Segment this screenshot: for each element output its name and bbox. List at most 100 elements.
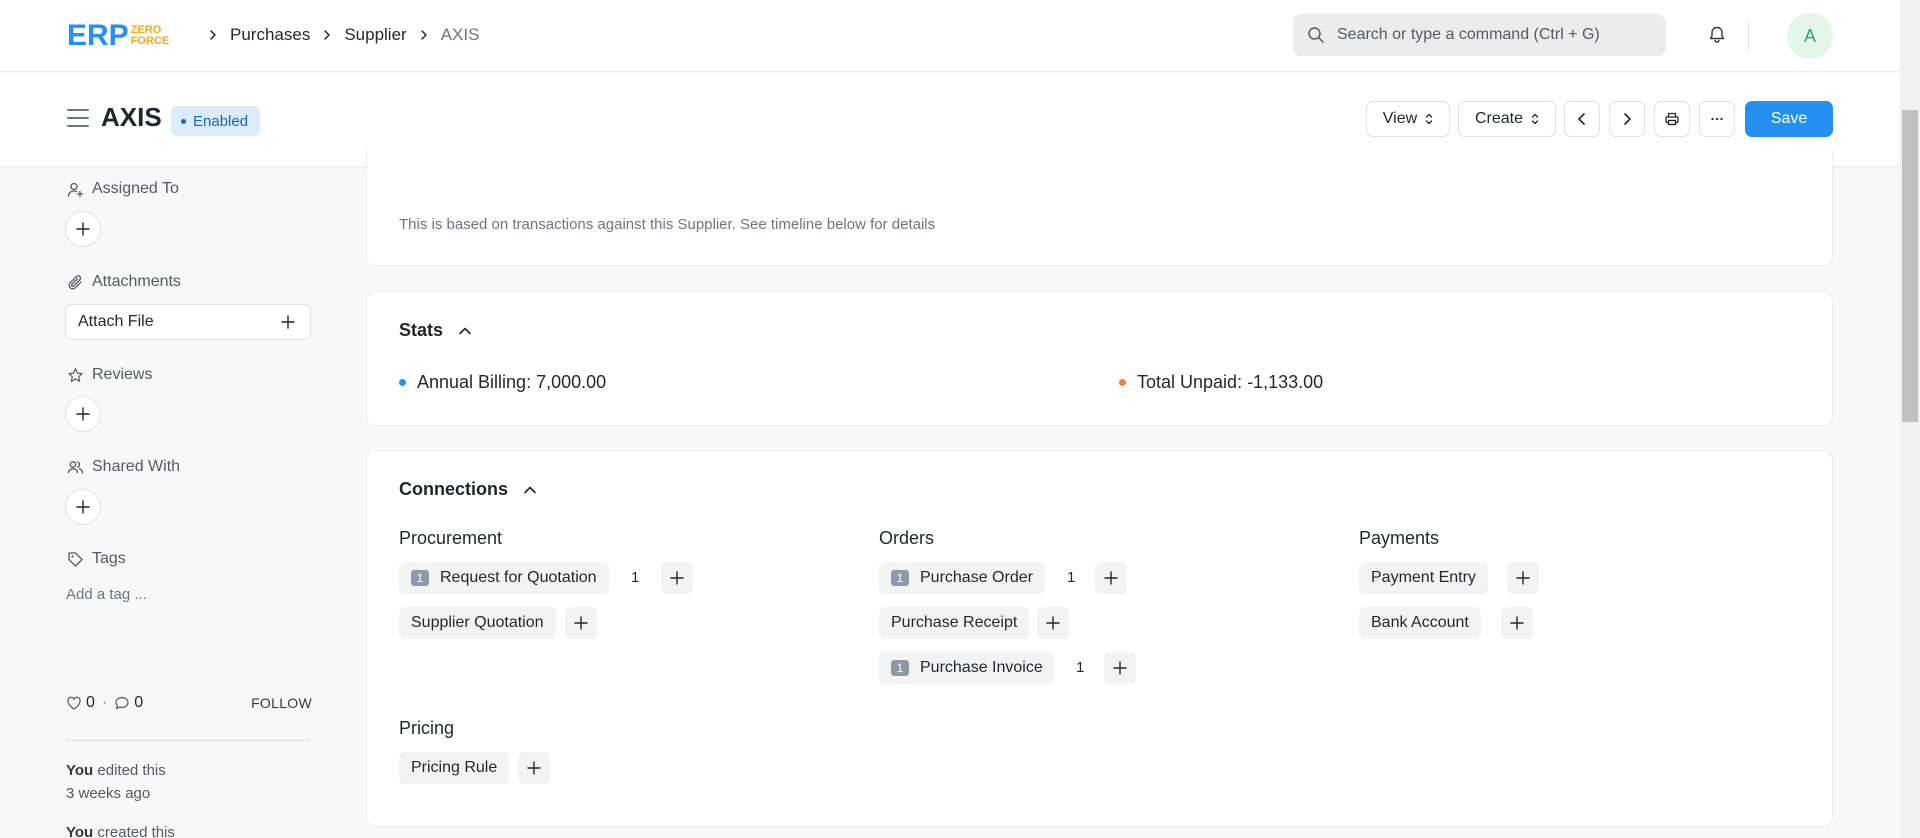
breadcrumb-supplier[interactable]: Supplier <box>344 25 406 45</box>
add-request-for-quotation-button[interactable] <box>661 562 693 594</box>
more-actions-button[interactable] <box>1699 101 1735 137</box>
tag-icon <box>68 551 83 567</box>
link-bank-account[interactable]: Bank Account <box>1359 607 1481 639</box>
link-payment-entry[interactable]: Payment Entry <box>1359 562 1488 594</box>
dashboard-note: This is based on transactions against th… <box>399 216 936 233</box>
stat-total-unpaid: Total Unpaid: -1,133.00 <box>1119 372 1323 393</box>
plus-icon <box>1516 571 1530 585</box>
users-icon <box>67 460 84 474</box>
add-tag-link[interactable]: Add a tag ... <box>66 586 147 603</box>
social-actions: 0 · 0 FOLLOW <box>66 694 312 712</box>
tags-label: Tags <box>67 550 126 568</box>
count-badge: 1 <box>891 660 909 676</box>
plus-icon <box>1104 571 1118 585</box>
chevron-right-icon <box>202 24 224 46</box>
blue-indicator-dot <box>399 379 406 386</box>
record-count: 1 <box>1076 659 1085 676</box>
chevron-right-icon <box>316 24 338 46</box>
attach-file-button[interactable]: Attach File <box>65 304 311 340</box>
connections-section-toggle[interactable]: Connections <box>399 479 538 500</box>
page-title: AXIS <box>101 102 162 132</box>
activity-item: You edited this 3 weeks ago <box>66 762 166 802</box>
link-request-for-quotation[interactable]: 1 Request for Quotation <box>399 562 609 594</box>
save-button[interactable]: Save <box>1745 101 1833 137</box>
logo-text: ERP <box>67 19 129 52</box>
plus-icon <box>1046 616 1060 630</box>
top-navbar: ERP ZERO FORCE Purchases Supplier AXIS A <box>0 0 1900 72</box>
plus-icon <box>1113 661 1127 675</box>
comment-count: 0 <box>134 694 144 711</box>
plus-icon <box>76 222 90 236</box>
sort-arrows-icon <box>1426 113 1433 125</box>
stats-section-toggle[interactable]: Stats <box>399 320 473 341</box>
add-pricing-rule-button[interactable] <box>518 752 550 784</box>
add-share-button[interactable] <box>65 489 101 525</box>
status-dot-icon <box>181 118 186 124</box>
add-bank-account-button[interactable] <box>1501 607 1533 639</box>
link-purchase-receipt[interactable]: Purchase Receipt <box>879 607 1030 639</box>
plus-icon <box>76 407 90 421</box>
record-count: 1 <box>1067 569 1076 586</box>
plus-icon <box>281 315 295 329</box>
reviews-label: Reviews <box>67 366 152 384</box>
link-pricing-rule[interactable]: Pricing Rule <box>399 752 510 784</box>
stats-card: Stats Annual Billing: 7,000.00 Total Unp… <box>366 291 1833 426</box>
chevron-up-icon <box>459 327 471 334</box>
like-count: 0 <box>86 694 95 711</box>
record-count: 1 <box>631 569 640 586</box>
shared-with-label: Shared With <box>67 458 180 476</box>
plus-icon <box>76 500 90 514</box>
separator-dot: · <box>101 694 108 711</box>
chevron-left-icon <box>1578 113 1585 125</box>
activity-item: You created this <box>66 824 175 838</box>
sidebar-divider <box>65 740 311 741</box>
follow-button[interactable]: FOLLOW <box>251 695 312 711</box>
plus-icon <box>527 761 541 775</box>
add-assignee-button[interactable] <box>65 211 101 247</box>
link-purchase-invoice[interactable]: 1 Purchase Invoice <box>879 652 1055 684</box>
count-badge: 1 <box>411 570 429 586</box>
print-button[interactable] <box>1654 101 1690 137</box>
notification-bell-icon[interactable] <box>1704 22 1730 48</box>
plus-icon <box>1510 616 1524 630</box>
add-purchase-order-button[interactable] <box>1095 562 1127 594</box>
sort-arrows-icon <box>1531 113 1539 125</box>
search-bar[interactable] <box>1293 14 1666 56</box>
search-input[interactable] <box>1337 26 1637 44</box>
avatar[interactable]: A <box>1787 13 1833 59</box>
add-purchase-receipt-button[interactable] <box>1037 607 1069 639</box>
chevron-right-icon <box>1624 113 1631 125</box>
status-badge: Enabled <box>171 106 261 136</box>
breadcrumb-current[interactable]: AXIS <box>441 25 480 45</box>
add-purchase-invoice-button[interactable] <box>1104 652 1136 684</box>
dashboard-note-card: This is based on transactions against th… <box>366 150 1833 266</box>
search-icon <box>1308 27 1324 43</box>
ellipsis-icon <box>1711 117 1723 121</box>
breadcrumb-purchases[interactable]: Purchases <box>230 25 310 45</box>
scrollbar-thumb[interactable] <box>1902 110 1918 422</box>
plus-icon <box>670 571 684 585</box>
add-review-button[interactable] <box>65 396 101 432</box>
assigned-to-label: Assigned To <box>67 180 179 198</box>
hamburger-menu-icon[interactable] <box>67 109 89 127</box>
view-button[interactable]: View <box>1366 101 1450 137</box>
group-title-payments: Payments <box>1359 528 1440 548</box>
create-button[interactable]: Create <box>1458 101 1556 137</box>
user-plus-icon <box>67 182 84 197</box>
heart-icon[interactable] <box>66 695 82 711</box>
link-supplier-quotation[interactable]: Supplier Quotation <box>399 607 556 639</box>
navbar-divider <box>1748 20 1749 52</box>
add-payment-entry-button[interactable] <box>1507 562 1539 594</box>
orange-indicator-dot <box>1119 379 1126 386</box>
connections-card: Connections Procurement 1 Request for Qu… <box>366 450 1833 827</box>
plus-icon <box>574 616 588 630</box>
add-supplier-quotation-button[interactable] <box>565 607 597 639</box>
next-record-button[interactable] <box>1609 101 1645 137</box>
breadcrumb: Purchases Supplier AXIS <box>196 24 479 46</box>
link-purchase-order[interactable]: 1 Purchase Order <box>879 562 1045 594</box>
chevron-right-icon <box>413 24 435 46</box>
previous-record-button[interactable] <box>1564 101 1600 137</box>
comment-icon[interactable] <box>114 695 130 711</box>
count-badge: 1 <box>891 570 909 586</box>
erp-logo[interactable]: ERP ZERO FORCE <box>67 20 169 52</box>
